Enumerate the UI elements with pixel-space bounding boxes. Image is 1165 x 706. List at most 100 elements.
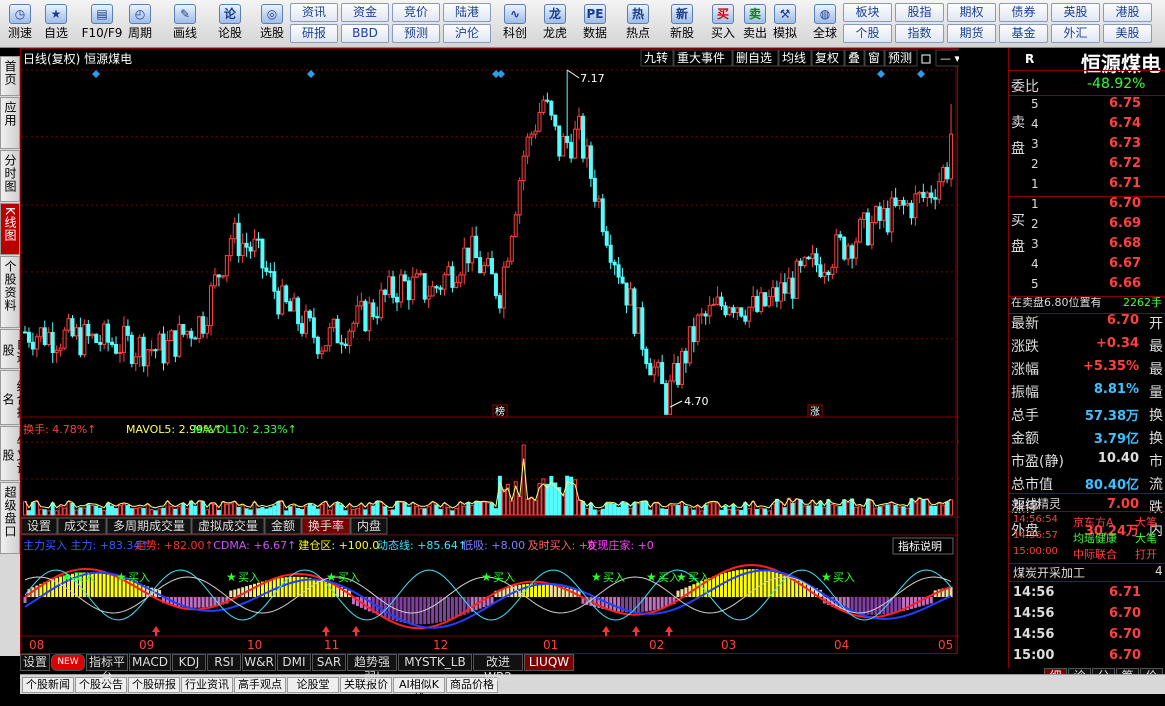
toolbar-button-label: 科创 (502, 26, 527, 40)
market-link-个股[interactable]: 个股 (843, 24, 892, 43)
toolbar-kechuang-button[interactable]: ∿ 科创 (495, 2, 535, 46)
quick-link-研报[interactable]: 研报 (290, 24, 338, 43)
left-nav-分时图[interactable]: 分时图 (0, 150, 20, 202)
volume-bar (652, 503, 657, 516)
news-tab-论股堂[interactable]: 论股堂 (287, 677, 339, 693)
quick-link-BBD[interactable]: BBD (341, 24, 389, 43)
left-nav-自选股[interactable]: 自选股 (0, 329, 29, 369)
market-link-期权[interactable]: 期权 (947, 3, 996, 22)
toolbar-speedtest-button[interactable]: ◷ 测速 (0, 2, 40, 46)
volume-bar (561, 494, 566, 516)
indicator-tab-MYSTK_LB[interactable]: MYSTK_LB (398, 654, 472, 671)
indicator-tab-指标平台[interactable]: 指标平台 (86, 654, 128, 684)
event-marker-icon[interactable] (917, 70, 925, 78)
quick-link-资金[interactable]: 资金 (341, 3, 389, 22)
candle (810, 244, 815, 268)
indicator-tab-NEW[interactable]: NEW (51, 654, 85, 671)
chart-tool-复权[interactable]: 复权 (811, 49, 845, 67)
quick-link-预测[interactable]: 预测 (392, 24, 440, 43)
volume-tab-多周期成交量[interactable]: 多周期成交量 (106, 517, 192, 535)
toolbar-pencil-button[interactable]: ✎ 画线 (165, 2, 205, 46)
toolbar-hot-button[interactable]: 热热点 (618, 2, 658, 46)
buy-icon: 买 (712, 4, 734, 24)
market-link-基金[interactable]: 基金 (999, 24, 1048, 43)
toolbar-ipo-button[interactable]: 新新股 (662, 2, 702, 46)
buy-signal-marker: ★ 买入 (821, 570, 855, 584)
left-nav-综合排名[interactable]: 综合排名 (0, 370, 29, 425)
quick-link-资讯[interactable]: 资讯 (290, 3, 338, 22)
left-nav-应用[interactable]: 应用 (0, 97, 20, 149)
market-link-期货[interactable]: 期货 (947, 24, 996, 43)
toolbar-data-button[interactable]: PE 数据 (575, 2, 615, 46)
lock-icon[interactable] (921, 54, 931, 64)
indicator-bar (419, 597, 423, 625)
news-tab-AI相似K线[interactable]: AI相似K线 (393, 677, 445, 705)
event-marker-icon[interactable] (307, 70, 315, 78)
toolbar-globe-button[interactable]: ◍ 全球 (805, 2, 845, 46)
chart-tool-删自选[interactable]: 删自选 (732, 49, 779, 67)
market-link-板块[interactable]: 板块 (843, 3, 892, 22)
indicator-tab-LIUQW[interactable]: LIUQW (524, 654, 574, 671)
chart-menu-dropdown[interactable]: — ▾ (935, 49, 969, 67)
rank-marker[interactable]: 榜 (492, 404, 508, 418)
toolbar-gavel-button[interactable]: ⚒ 模拟 (765, 2, 805, 46)
quick-link-陆港[interactable]: 陆港 (443, 3, 491, 22)
left-nav-超级盘口[interactable]: 超级盘口 (0, 482, 20, 554)
candle (707, 296, 712, 325)
chart-tool-九转[interactable]: 九转 (640, 49, 674, 67)
chart-tool-叠[interactable]: 叠 (844, 49, 865, 67)
market-link-指数[interactable]: 指数 (895, 24, 944, 43)
volume-tab-内盘[interactable]: 内盘 (350, 517, 388, 535)
volume-tab-成交量[interactable]: 成交量 (57, 517, 107, 535)
left-nav-个股资料[interactable]: 个股资料 (0, 256, 20, 328)
toolbar-longhu-button[interactable]: 龙龙虎 (535, 2, 575, 46)
indicator-tab-SAR[interactable]: SAR (312, 654, 346, 671)
indicator-tab-KDJ[interactable]: KDJ (172, 654, 206, 671)
toolbar-select-stock-button[interactable]: ◎ 选股 (252, 2, 292, 46)
indicator-help-button[interactable]: 指标说明 (892, 537, 954, 555)
left-nav-牛叉诊股[interactable]: 牛叉诊股 (0, 426, 29, 481)
toolbar-clock-button[interactable]: ◴ 周期 (120, 2, 160, 46)
volume-tab-设置[interactable]: 设置 (20, 517, 58, 535)
volume-bar (339, 504, 344, 516)
market-link-股指[interactable]: 股指 (895, 3, 944, 22)
indicator-tab-RSI[interactable]: RSI (207, 654, 241, 671)
indicator-tab-W&R[interactable]: W&R (242, 654, 276, 671)
event-marker-icon[interactable] (92, 70, 100, 78)
toolbar-star-button[interactable]: ★ 自选 (36, 2, 76, 46)
market-link-美股[interactable]: 美股 (1103, 24, 1152, 43)
toolbar-lungu-button[interactable]: 论论股 (210, 2, 250, 46)
left-nav-K线图[interactable]: K线图 (0, 203, 20, 255)
volume-tab-虚拟成交量[interactable]: 虚拟成交量 (191, 517, 265, 535)
indicator-tab-MACD[interactable]: MACD (129, 654, 171, 671)
news-tab-个股新闻[interactable]: 个股新闻 (22, 677, 74, 693)
event-marker-icon[interactable] (877, 70, 885, 78)
market-link-债券[interactable]: 债券 (999, 3, 1048, 22)
news-tab-个股研报[interactable]: 个股研报 (128, 677, 180, 693)
market-link-英股[interactable]: 英股 (1051, 3, 1100, 22)
market-link-港股[interactable]: 港股 (1103, 3, 1152, 22)
volume-tab-换手率[interactable]: 换手率 (301, 517, 351, 535)
kline-chart-area[interactable]: 7.17 6.68 6.18 5.69 5.20 日线(复权) 恒源煤电 九转重大事件删自选… (20, 48, 999, 655)
candle (181, 323, 186, 338)
left-nav-首页[interactable]: 首页 (0, 56, 20, 96)
market-link-外汇[interactable]: 外汇 (1051, 24, 1100, 43)
volume-tab-金额[interactable]: 金额 (264, 517, 302, 535)
quick-link-竞价[interactable]: 竞价 (392, 3, 440, 22)
indicator-tab-设置[interactable]: 设置 (20, 654, 50, 671)
indicator-tab-DMI[interactable]: DMI (277, 654, 311, 671)
indicator-tab-趋势强弱|[interactable]: 趋势强弱| (347, 654, 397, 684)
limit-up-marker[interactable]: 涨 (807, 404, 823, 418)
volume-bar (117, 505, 122, 516)
event-marker-icon[interactable] (497, 70, 505, 78)
quick-link-沪伦[interactable]: 沪伦 (443, 24, 491, 43)
news-tab-行业资讯[interactable]: 行业资讯 (181, 677, 233, 693)
volume-bar (640, 501, 645, 516)
chart-tool-窗[interactable]: 窗 (864, 49, 885, 67)
chart-tool-预测[interactable]: 预测 (884, 49, 918, 67)
chart-tool-均线[interactable]: 均线 (778, 49, 812, 67)
toolbar-f10-button[interactable]: ▤ F10/F9 (80, 2, 124, 46)
indicator-tab-改进WR2[interactable]: 改进WR2 (473, 654, 523, 684)
chart-tool-重大事件[interactable]: 重大事件 (673, 49, 733, 67)
news-tab-高手观点[interactable]: 高手观点 (234, 677, 286, 693)
